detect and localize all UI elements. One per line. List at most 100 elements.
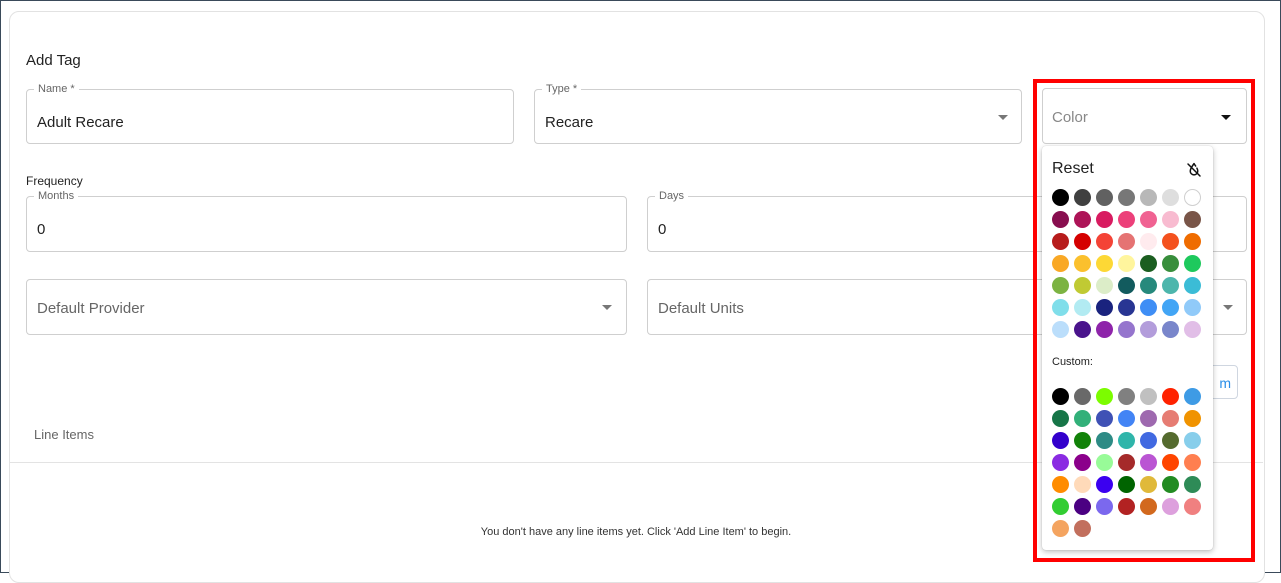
custom-color-swatch[interactable]: [1096, 432, 1113, 449]
preset-color-swatch[interactable]: [1140, 211, 1157, 228]
custom-color-swatch[interactable]: [1140, 388, 1157, 405]
custom-color-swatch[interactable]: [1096, 388, 1113, 405]
custom-color-swatch[interactable]: [1052, 454, 1069, 471]
custom-color-swatch[interactable]: [1118, 498, 1135, 515]
preset-color-swatch[interactable]: [1118, 211, 1135, 228]
preset-color-swatch[interactable]: [1162, 299, 1179, 316]
chevron-down-icon[interactable]: [998, 115, 1008, 120]
custom-color-swatch[interactable]: [1140, 498, 1157, 515]
preset-color-swatch[interactable]: [1096, 211, 1113, 228]
preset-color-swatch[interactable]: [1074, 277, 1091, 294]
preset-color-swatch[interactable]: [1140, 321, 1157, 338]
preset-color-swatch[interactable]: [1052, 189, 1069, 206]
days-field-value[interactable]: 0: [658, 221, 666, 238]
preset-color-swatch[interactable]: [1074, 255, 1091, 272]
custom-color-swatch[interactable]: [1074, 454, 1091, 471]
preset-color-swatch[interactable]: [1184, 277, 1201, 294]
custom-color-swatch[interactable]: [1184, 410, 1201, 427]
custom-color-swatch[interactable]: [1118, 388, 1135, 405]
preset-color-swatch[interactable]: [1096, 277, 1113, 294]
chevron-down-icon[interactable]: [602, 305, 612, 310]
preset-color-swatch[interactable]: [1118, 233, 1135, 250]
preset-color-swatch[interactable]: [1052, 321, 1069, 338]
preset-color-swatch[interactable]: [1052, 233, 1069, 250]
color-select[interactable]: Color: [1042, 88, 1247, 144]
name-field[interactable]: Name * Adult Recare: [26, 83, 514, 144]
months-field[interactable]: Months 0: [26, 190, 627, 252]
custom-color-swatch[interactable]: [1184, 454, 1201, 471]
preset-color-swatch[interactable]: [1052, 277, 1069, 294]
preset-color-swatch[interactable]: [1162, 277, 1179, 294]
preset-color-swatch[interactable]: [1052, 255, 1069, 272]
preset-color-swatch[interactable]: [1140, 233, 1157, 250]
custom-color-swatch[interactable]: [1096, 410, 1113, 427]
type-select-value[interactable]: Recare: [545, 114, 593, 131]
custom-color-swatch[interactable]: [1162, 498, 1179, 515]
preset-color-swatch[interactable]: [1140, 255, 1157, 272]
preset-color-swatch[interactable]: [1096, 299, 1113, 316]
preset-color-swatch[interactable]: [1118, 299, 1135, 316]
preset-color-swatch[interactable]: [1140, 189, 1157, 206]
preset-color-swatch[interactable]: [1162, 321, 1179, 338]
preset-color-swatch[interactable]: [1096, 189, 1113, 206]
preset-color-swatch[interactable]: [1162, 189, 1179, 206]
preset-color-swatch[interactable]: [1162, 255, 1179, 272]
preset-color-swatch[interactable]: [1074, 211, 1091, 228]
custom-color-swatch[interactable]: [1162, 476, 1179, 493]
custom-color-swatch[interactable]: [1096, 498, 1113, 515]
custom-color-swatch[interactable]: [1140, 432, 1157, 449]
custom-color-swatch[interactable]: [1074, 410, 1091, 427]
preset-color-swatch[interactable]: [1184, 233, 1201, 250]
custom-color-swatch[interactable]: [1162, 388, 1179, 405]
preset-color-swatch[interactable]: [1140, 277, 1157, 294]
preset-color-swatch[interactable]: [1184, 189, 1201, 206]
default-provider-select[interactable]: Default Provider: [26, 279, 627, 335]
custom-color-swatch[interactable]: [1074, 432, 1091, 449]
custom-color-swatch[interactable]: [1052, 476, 1069, 493]
preset-color-swatch[interactable]: [1184, 211, 1201, 228]
custom-color-swatch[interactable]: [1052, 432, 1069, 449]
custom-color-swatch[interactable]: [1184, 388, 1201, 405]
custom-color-swatch[interactable]: [1184, 432, 1201, 449]
custom-color-swatch[interactable]: [1140, 410, 1157, 427]
custom-color-swatch[interactable]: [1162, 410, 1179, 427]
custom-color-swatch[interactable]: [1118, 454, 1135, 471]
custom-color-swatch[interactable]: [1052, 498, 1069, 515]
preset-color-swatch[interactable]: [1162, 233, 1179, 250]
preset-color-swatch[interactable]: [1140, 299, 1157, 316]
preset-color-swatch[interactable]: [1184, 321, 1201, 338]
chevron-down-icon[interactable]: [1221, 115, 1231, 120]
preset-color-swatch[interactable]: [1052, 299, 1069, 316]
custom-color-swatch[interactable]: [1052, 520, 1069, 537]
name-field-value[interactable]: Adult Recare: [37, 114, 124, 131]
preset-color-swatch[interactable]: [1162, 211, 1179, 228]
preset-color-swatch[interactable]: [1118, 277, 1135, 294]
custom-color-swatch[interactable]: [1162, 454, 1179, 471]
custom-color-swatch[interactable]: [1074, 520, 1091, 537]
custom-color-swatch[interactable]: [1052, 388, 1069, 405]
months-field-value[interactable]: 0: [37, 221, 45, 238]
preset-color-swatch[interactable]: [1074, 189, 1091, 206]
preset-color-swatch[interactable]: [1096, 233, 1113, 250]
custom-color-swatch[interactable]: [1074, 476, 1091, 493]
preset-color-swatch[interactable]: [1052, 211, 1069, 228]
custom-color-swatch[interactable]: [1184, 476, 1201, 493]
preset-color-swatch[interactable]: [1118, 189, 1135, 206]
type-select[interactable]: Type * Recare: [534, 83, 1022, 144]
reset-button[interactable]: Reset: [1052, 160, 1094, 178]
preset-color-swatch[interactable]: [1118, 321, 1135, 338]
custom-color-swatch[interactable]: [1074, 388, 1091, 405]
custom-color-swatch[interactable]: [1184, 498, 1201, 515]
custom-color-swatch[interactable]: [1074, 498, 1091, 515]
custom-color-swatch[interactable]: [1140, 454, 1157, 471]
custom-color-swatch[interactable]: [1118, 410, 1135, 427]
custom-color-swatch[interactable]: [1052, 410, 1069, 427]
custom-color-swatch[interactable]: [1096, 476, 1113, 493]
no-color-icon[interactable]: [1185, 161, 1203, 179]
preset-color-swatch[interactable]: [1118, 255, 1135, 272]
preset-color-swatch[interactable]: [1096, 321, 1113, 338]
preset-color-swatch[interactable]: [1074, 299, 1091, 316]
preset-color-swatch[interactable]: [1074, 321, 1091, 338]
preset-color-swatch[interactable]: [1074, 233, 1091, 250]
preset-color-swatch[interactable]: [1096, 255, 1113, 272]
